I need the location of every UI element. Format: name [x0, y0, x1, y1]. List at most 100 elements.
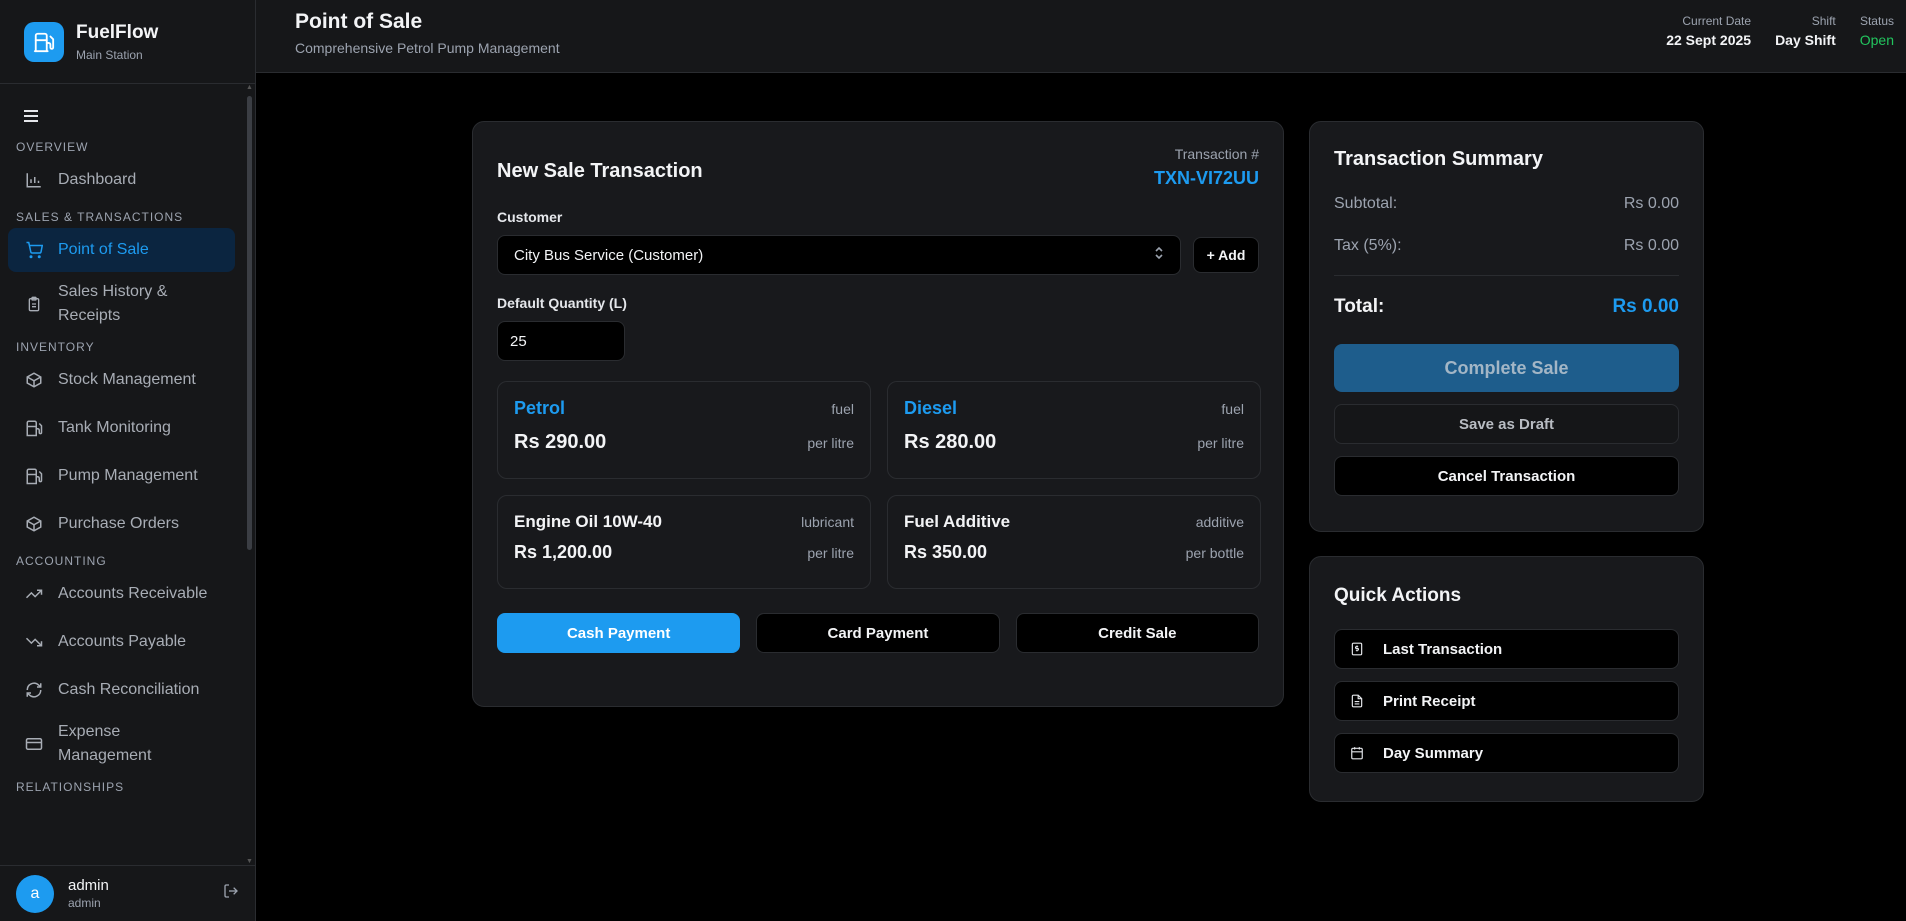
add-customer-button[interactable]: + Add [1193, 237, 1259, 273]
brand-name: FuelFlow [76, 21, 159, 43]
cash-payment-button[interactable]: Cash Payment [497, 613, 741, 653]
fuel-icon [24, 418, 44, 438]
current-date: Current Date 22 Sept 2025 [1666, 14, 1751, 72]
product-grid: Petrol fuel Rs 290.00 per litre Diesel f… [497, 381, 1261, 589]
bar-chart-icon [24, 170, 44, 190]
brand-subtitle: Main Station [76, 47, 143, 62]
product-name: Petrol [514, 398, 566, 418]
scroll-down-icon[interactable]: ▼ [246, 858, 253, 865]
top-bar: Point of Sale Comprehensive Petrol Pump … [256, 0, 1906, 73]
tax-row: Tax (5%): Rs 0.00 [1334, 237, 1679, 255]
refresh-icon [24, 680, 44, 700]
sidebar-item-label: Accounts Payable [58, 633, 187, 650]
chevron-updown-icon [1154, 246, 1164, 264]
sidebar-item-tank-monitoring[interactable]: Tank Monitoring [8, 406, 235, 450]
total-row: Total: Rs 0.00 [1334, 296, 1679, 318]
product-type: additive [1195, 514, 1244, 530]
section-label-inventory: INVENTORY [16, 340, 95, 354]
last-transaction-button[interactable]: Last Transaction [1334, 629, 1679, 669]
summary-title: Transaction Summary [1334, 148, 1543, 170]
divider [1334, 275, 1679, 276]
avatar[interactable]: a [16, 874, 54, 913]
user-name: admin [68, 877, 109, 894]
logout-icon[interactable] [223, 883, 239, 904]
credit-sale-button[interactable]: Credit Sale [1015, 613, 1259, 653]
section-label-relationships: RELATIONSHIPS [16, 780, 125, 794]
save-draft-button[interactable]: Save as Draft [1334, 404, 1679, 444]
product-card-fuel-additive[interactable]: Fuel Additive additive Rs 350.00 per bot… [887, 495, 1261, 589]
new-sale-card: New Sale Transaction Transaction # TXN-V… [472, 121, 1284, 707]
total-value: Rs 0.00 [1612, 296, 1679, 317]
sidebar-item-label: Pump Management [58, 467, 198, 484]
trending-down-icon [24, 632, 44, 652]
scroll-thumb[interactable] [247, 96, 252, 550]
sidebar-item-label: Accounts Receivable [58, 585, 208, 602]
payment-methods: Cash Payment Card Payment Credit Sale [497, 613, 1259, 653]
sidebar-item-point-of-sale[interactable]: Point of Sale [8, 228, 235, 272]
sidebar-item-label: Dashboard [58, 171, 137, 188]
print-receipt-button[interactable]: Print Receipt [1334, 681, 1679, 721]
section-label-sales: SALES & TRANSACTIONS [16, 210, 184, 224]
brand: FuelFlow Main Station [0, 0, 255, 84]
document-icon [1349, 693, 1365, 709]
sidebar-item-label: Stock Management [58, 371, 196, 388]
sidebar-item-pump-management[interactable]: Pump Management [8, 454, 235, 498]
sidebar-item-expense-management[interactable]: Expense Management [8, 716, 235, 772]
sidebar-item-label: Cash Reconciliation [58, 681, 200, 698]
trending-up-icon [24, 584, 44, 604]
main-content: Point of Sale Comprehensive Petrol Pump … [256, 0, 1906, 921]
quick-action-label: Print Receipt [1383, 692, 1476, 710]
sidebar-item-sales-history[interactable]: Sales History & Receipts [8, 276, 235, 332]
cart-icon [24, 240, 44, 260]
section-label-accounting: ACCOUNTING [16, 554, 107, 568]
product-type: fuel [1221, 401, 1244, 417]
product-price: Rs 1,200.00 [514, 542, 613, 562]
quick-action-label: Last Transaction [1383, 640, 1503, 658]
transaction-label: Transaction # [1174, 146, 1259, 162]
shift: Shift Day Shift [1775, 14, 1836, 72]
user-panel: a admin admin [0, 865, 255, 921]
product-name: Engine Oil 10W-40 [514, 512, 662, 531]
product-unit: per litre [807, 435, 854, 451]
total-label: Total: [1334, 296, 1385, 317]
fuel-icon [24, 466, 44, 486]
sidebar-item-purchase-orders[interactable]: Purchase Orders [8, 502, 235, 546]
product-card-petrol[interactable]: Petrol fuel Rs 290.00 per litre [497, 381, 871, 479]
day-summary-button[interactable]: Day Summary [1334, 733, 1679, 773]
sidebar-item-stock-management[interactable]: Stock Management [8, 358, 235, 402]
product-card-engine-oil[interactable]: Engine Oil 10W-40 lubricant Rs 1,200.00 … [497, 495, 871, 589]
status-label: Status [1859, 14, 1894, 28]
card-payment-button[interactable]: Card Payment [756, 613, 1000, 653]
tax-value: Rs 0.00 [1623, 237, 1679, 254]
sale-title: New Sale Transaction [497, 160, 703, 182]
menu-icon[interactable] [24, 106, 44, 126]
tax-label: Tax (5%): [1334, 237, 1402, 254]
sidebar-item-accounts-receivable[interactable]: Accounts Receivable [8, 572, 235, 616]
sidebar-item-accounts-payable[interactable]: Accounts Payable [8, 620, 235, 664]
status: Status Open [1860, 14, 1894, 72]
sidebar-item-label: Tank Monitoring [58, 419, 171, 436]
complete-sale-button[interactable]: Complete Sale [1334, 344, 1679, 392]
product-name: Diesel [904, 398, 958, 418]
clipboard-icon [24, 294, 44, 314]
cancel-transaction-button[interactable]: Cancel Transaction [1334, 456, 1679, 496]
quantity-label: Default Quantity (L) [497, 295, 627, 311]
shift-value: Day Shift [1775, 32, 1836, 48]
receipt-icon [1349, 641, 1365, 657]
sidebar-scrollbar[interactable]: ▲ ▼ [245, 84, 253, 865]
sidebar-item-label: Expense Management [58, 723, 152, 764]
calendar-icon [1349, 745, 1365, 761]
quantity-input[interactable]: 25 [497, 321, 625, 361]
product-card-diesel[interactable]: Diesel fuel Rs 280.00 per litre [887, 381, 1261, 479]
scroll-up-icon[interactable]: ▲ [246, 84, 253, 91]
product-price: Rs 350.00 [904, 542, 988, 562]
sidebar-item-dashboard[interactable]: Dashboard [8, 158, 235, 202]
product-unit: per litre [1197, 435, 1244, 451]
product-price: Rs 290.00 [514, 431, 607, 453]
customer-select[interactable]: City Bus Service (Customer) [497, 235, 1181, 275]
customer-select-value: City Bus Service (Customer) [514, 246, 704, 264]
sidebar-item-cash-reconciliation[interactable]: Cash Reconciliation [8, 668, 235, 712]
sidebar-item-label: Purchase Orders [58, 515, 179, 532]
subtotal-label: Subtotal: [1334, 195, 1398, 212]
subtotal-row: Subtotal: Rs 0.00 [1334, 195, 1679, 213]
